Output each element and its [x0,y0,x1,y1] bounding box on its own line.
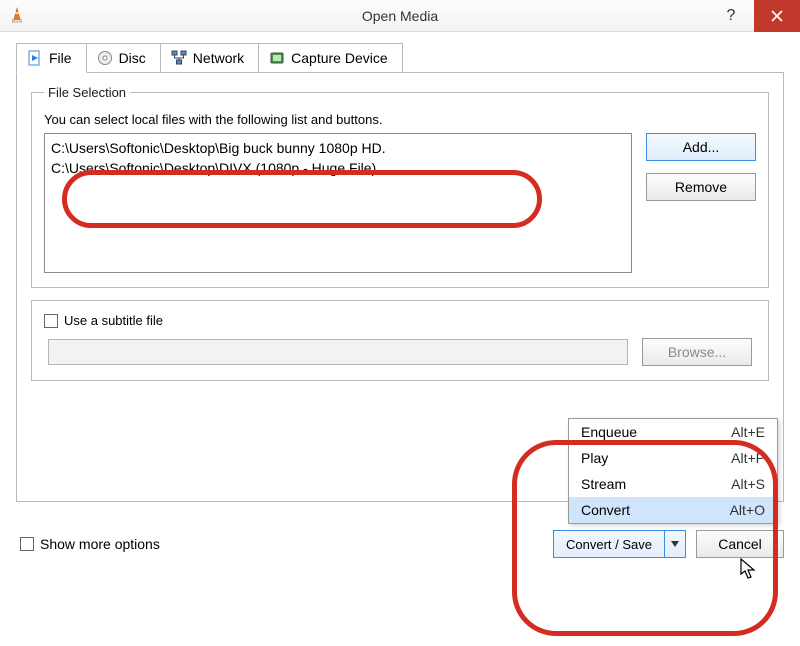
menu-item-convert[interactable]: Convert Alt+O [569,497,777,523]
remove-button[interactable]: Remove [646,173,756,201]
help-button[interactable]: ? [708,3,754,29]
menu-item-shortcut: Alt+E [731,424,765,440]
tab-disc[interactable]: Disc [86,43,161,73]
tab-file[interactable]: File [16,43,87,73]
tab-capture-label: Capture Device [291,50,388,66]
file-selection-hint: You can select local files with the foll… [44,112,756,127]
menu-item-stream[interactable]: Stream Alt+S [569,471,777,497]
file-icon [27,50,43,66]
disc-icon [97,50,113,66]
subtitle-group: Use a subtitle file Browse... [31,300,769,381]
network-icon [171,50,187,66]
file-list-item[interactable]: C:\Users\Softonic\Desktop\Big buck bunny… [51,138,625,158]
file-list-item[interactable]: C:\Users\Softonic\Desktop\DIVX (1080p - … [51,158,625,178]
show-more-label: Show more options [40,536,160,552]
file-list[interactable]: C:\Users\Softonic\Desktop\Big buck bunny… [44,133,632,273]
app-icon [8,7,26,25]
menu-item-label: Play [581,450,608,466]
menu-item-play[interactable]: Play Alt+P [569,445,777,471]
menu-item-label: Enqueue [581,424,637,440]
tab-capture[interactable]: Capture Device [258,43,403,73]
browse-button: Browse... [642,338,752,366]
menu-item-shortcut: Alt+O [730,502,765,518]
convert-save-dropdown[interactable] [665,531,685,557]
close-button[interactable] [754,0,800,32]
file-selection-group: File Selection You can select local file… [31,85,769,288]
file-selection-legend: File Selection [44,85,130,100]
convert-save-menu: Enqueue Alt+E Play Alt+P Stream Alt+S Co… [568,418,778,524]
subtitle-checkbox-label: Use a subtitle file [64,313,163,328]
menu-item-shortcut: Alt+P [731,450,765,466]
window-title: Open Media [0,8,800,24]
show-more-checkbox[interactable] [20,537,34,551]
tab-disc-label: Disc [119,50,146,66]
menu-item-label: Stream [581,476,626,492]
menu-item-label: Convert [581,502,630,518]
subtitle-path-input [48,339,628,365]
menu-item-enqueue[interactable]: Enqueue Alt+E [569,419,777,445]
dialog-footer: Show more options Convert / Save Cancel … [0,518,800,572]
tab-network[interactable]: Network [160,43,259,73]
subtitle-checkbox[interactable] [44,314,58,328]
add-button[interactable]: Add... [646,133,756,161]
tab-network-label: Network [193,50,244,66]
capture-icon [269,50,285,66]
titlebar: Open Media ? [0,0,800,32]
cancel-button[interactable]: Cancel [696,530,784,558]
menu-item-shortcut: Alt+S [731,476,765,492]
tab-file-label: File [49,50,72,66]
convert-save-label[interactable]: Convert / Save [554,531,665,557]
convert-save-button[interactable]: Convert / Save [553,530,686,558]
tab-strip: File Disc Network Capture Device [16,42,784,72]
